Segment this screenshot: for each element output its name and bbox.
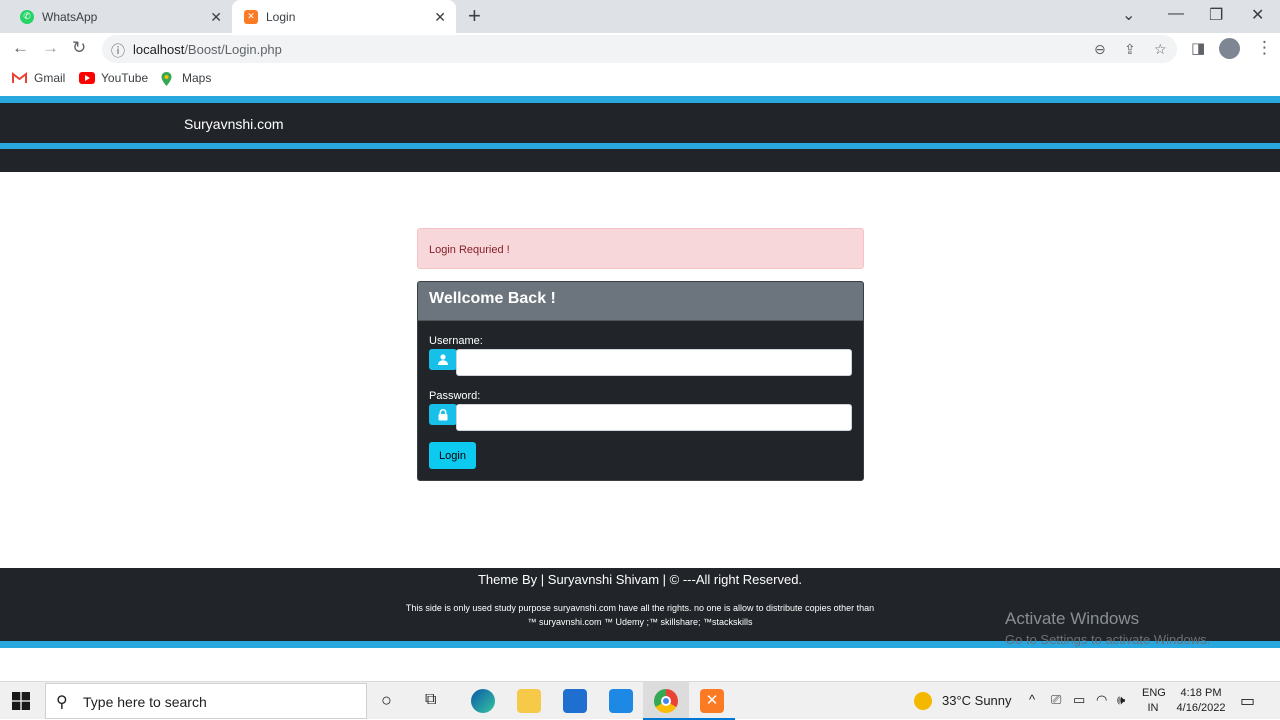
volume-icon[interactable]: 🕪 bbox=[1117, 692, 1125, 708]
alert-message: Login Requried ! bbox=[429, 244, 510, 256]
show-hidden-icons-chevron[interactable]: ^ bbox=[1029, 692, 1035, 707]
card-header: Wellcome Back ! bbox=[418, 282, 863, 321]
clock-time: 4:18 PM bbox=[1180, 687, 1222, 699]
back-icon[interactable]: ← bbox=[12, 38, 29, 58]
task-view-icon[interactable]: ⧉ bbox=[425, 691, 436, 709]
reload-icon[interactable]: ↻ bbox=[72, 38, 86, 58]
close-tab-icon[interactable]: ✕ bbox=[434, 9, 446, 26]
zoom-icon[interactable]: ⊖ bbox=[1094, 41, 1106, 58]
restore-icon[interactable]: ❐ bbox=[1209, 5, 1223, 25]
system-clock[interactable]: 4:18 PM 4/16/2022 bbox=[1172, 686, 1230, 716]
tab-login[interactable]: ✕ Login ✕ bbox=[232, 0, 456, 33]
windows-taskbar: ⚲ Type here to search ○ ⧉ ✕ 33°C Sunny ^… bbox=[0, 681, 1280, 720]
lang-region: IN bbox=[1147, 702, 1159, 714]
tab-search-chevron-icon[interactable]: ⌄ bbox=[1122, 5, 1135, 25]
xampp-icon: ✕ bbox=[244, 9, 258, 24]
minimize-icon[interactable]: — bbox=[1168, 5, 1184, 23]
site-info-icon[interactable]: ⓘ bbox=[111, 41, 125, 61]
address-bar[interactable]: ⓘ localhost/Boost/Login.php ⊖ ⇪ ☆ bbox=[102, 35, 1177, 63]
browser-tab-strip: ✆ WhatsApp ✕ ✕ Login ✕ + ⌄ — ❐ ✕ bbox=[0, 0, 1280, 33]
profile-avatar[interactable] bbox=[1219, 38, 1240, 59]
search-placeholder: Type here to search bbox=[83, 694, 207, 710]
xampp-icon: ✕ bbox=[700, 689, 724, 713]
close-window-icon[interactable]: ✕ bbox=[1251, 5, 1264, 25]
lang-code: ENG bbox=[1142, 687, 1166, 699]
web-page: Suryavnshi.com Login Requried ! Wellcome… bbox=[0, 93, 1280, 681]
forward-icon[interactable]: → bbox=[42, 38, 59, 58]
bookmark-maps[interactable]: Maps bbox=[160, 71, 211, 86]
password-input-group bbox=[429, 404, 852, 431]
activate-windows-hint: Go to Settings to activate Windows. bbox=[1005, 632, 1211, 647]
new-tab-icon[interactable]: + bbox=[468, 3, 481, 29]
search-icon: ⚲ bbox=[56, 694, 68, 711]
bookmarks-bar: Gmail YouTube Maps bbox=[0, 65, 1280, 93]
battery-icon[interactable]: ▭ bbox=[1073, 692, 1085, 708]
weather-sun-icon[interactable] bbox=[914, 692, 932, 710]
chrome-icon-center bbox=[661, 696, 671, 706]
gmail-icon bbox=[12, 71, 27, 84]
username-input[interactable] bbox=[456, 349, 852, 376]
login-required-alert: Login Requried ! bbox=[417, 228, 864, 269]
share-icon[interactable]: ⇪ bbox=[1124, 41, 1136, 58]
login-card: Wellcome Back ! Username: Password: Logi… bbox=[417, 281, 864, 481]
password-label: Password: bbox=[429, 390, 481, 402]
windows-start-icon[interactable] bbox=[12, 692, 30, 710]
microsoft-store-icon[interactable] bbox=[563, 689, 587, 713]
meet-now-icon[interactable]: ⎚ bbox=[1051, 692, 1061, 708]
file-explorer-icon[interactable] bbox=[517, 689, 541, 713]
username-input-group bbox=[429, 349, 852, 376]
edge-icon[interactable] bbox=[471, 689, 495, 713]
tab-title: WhatsApp bbox=[42, 9, 98, 24]
login-button[interactable]: Login bbox=[429, 442, 476, 469]
site-subnav bbox=[0, 149, 1280, 172]
xampp-taskbar-button[interactable]: ✕ bbox=[689, 682, 735, 720]
youtube-icon bbox=[79, 72, 95, 84]
clock-date: 4/16/2022 bbox=[1176, 702, 1226, 714]
footer-disclaimer-line: ™ suryavnshi.com ™ Udemy ;™ skillshare; … bbox=[527, 617, 753, 627]
tab-whatsapp[interactable]: ✆ WhatsApp ✕ bbox=[8, 0, 232, 33]
password-input[interactable] bbox=[456, 404, 852, 431]
site-navbar: Suryavnshi.com bbox=[0, 103, 1280, 143]
username-label: Username: bbox=[429, 335, 483, 347]
cortana-icon[interactable]: ○ bbox=[381, 690, 392, 711]
activate-windows-watermark: Activate Windows bbox=[1005, 609, 1140, 628]
lock-icon bbox=[429, 404, 457, 425]
bookmark-star-icon[interactable]: ☆ bbox=[1154, 41, 1167, 58]
site-footer: Theme By | Suryavnshi Shivam | © ---All … bbox=[0, 568, 1280, 641]
input-language-indicator[interactable]: ENG IN bbox=[1142, 686, 1166, 716]
whatsapp-icon: ✆ bbox=[20, 9, 34, 24]
bookmark-youtube[interactable]: YouTube bbox=[79, 71, 148, 85]
taskbar-search-box[interactable]: ⚲ Type here to search bbox=[45, 683, 367, 719]
menu-kebab-icon[interactable]: ⋮ bbox=[1256, 38, 1273, 58]
accent-stripe bbox=[0, 96, 1280, 103]
bookmark-gmail[interactable]: Gmail bbox=[12, 71, 65, 85]
maps-pin-icon bbox=[160, 72, 175, 86]
wifi-icon[interactable]: ◠ bbox=[1096, 692, 1107, 708]
tab-title: Login bbox=[266, 9, 296, 24]
site-brand-link[interactable]: Suryavnshi.com bbox=[184, 116, 284, 132]
card-title: Wellcome Back ! bbox=[429, 290, 556, 307]
weather-readout[interactable]: 33°C Sunny bbox=[942, 693, 1012, 708]
close-tab-icon[interactable]: ✕ bbox=[210, 9, 222, 26]
mail-icon[interactable] bbox=[609, 689, 633, 713]
footer-disclaimer: This side is only used study purpose sur… bbox=[380, 601, 900, 629]
footer-disclaimer-line: This side is only used study purpose sur… bbox=[405, 603, 875, 613]
url-text[interactable]: localhost/Boost/Login.php bbox=[133, 42, 282, 57]
footer-credit: Theme By | Suryavnshi Shivam | © ---All … bbox=[477, 572, 803, 587]
notifications-icon[interactable]: ▭ bbox=[1240, 691, 1255, 711]
browser-toolbar: ← → ↻ ⓘ localhost/Boost/Login.php ⊖ ⇪ ☆ … bbox=[0, 33, 1280, 65]
chrome-taskbar-button[interactable] bbox=[643, 682, 689, 720]
user-icon bbox=[429, 349, 457, 370]
side-panel-icon[interactable]: ◨ bbox=[1191, 39, 1205, 57]
